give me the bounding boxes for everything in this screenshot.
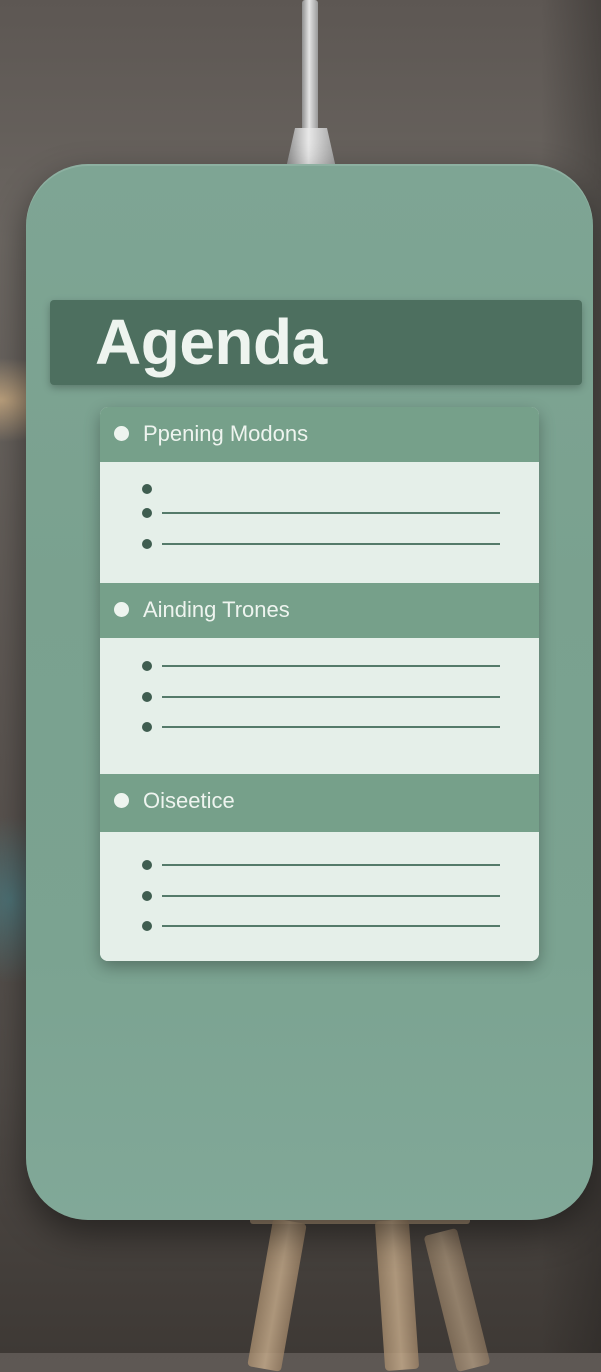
placeholder-line: [162, 512, 500, 514]
list-item: [142, 483, 502, 495]
bullet-dot-icon: [114, 793, 129, 808]
section-title: Oiseetice: [143, 788, 235, 813]
easel-leg: [247, 1218, 307, 1372]
cable: [302, 0, 318, 138]
bullet-icon: [142, 722, 152, 732]
page-title: Agenda: [95, 306, 327, 378]
easel-leg: [374, 1218, 420, 1372]
list-item: [142, 859, 502, 871]
placeholder-line: [162, 543, 500, 545]
bullet-icon: [142, 484, 152, 494]
bullet-icon: [142, 661, 152, 671]
bullet-icon: [142, 539, 152, 549]
cable-connector: [286, 128, 336, 168]
section-header[interactable]: Ainding Trones: [100, 583, 539, 638]
placeholder-line: [162, 895, 500, 897]
list-item: [142, 721, 502, 733]
header-band: Agenda: [50, 300, 582, 385]
list-item: [142, 660, 502, 672]
bullet-icon: [142, 860, 152, 870]
list-item: [142, 890, 502, 902]
section-body: [100, 832, 539, 961]
placeholder-line: [162, 726, 500, 728]
agenda-card: Ppening Modons Ainding Trones Oiseetice: [100, 407, 539, 961]
section-title: Ppening Modons: [143, 421, 309, 446]
placeholder-line: [162, 925, 500, 927]
bullet-icon: [142, 891, 152, 901]
bullet-icon: [142, 921, 152, 931]
section-body: [100, 638, 539, 774]
placeholder-line: [162, 696, 500, 698]
section-body: [100, 462, 539, 583]
list-item: [142, 920, 502, 932]
section-header[interactable]: Oiseetice: [100, 774, 539, 832]
bullet-icon: [142, 692, 152, 702]
placeholder-line: [162, 864, 500, 866]
easel-leg: [423, 1227, 491, 1372]
phone-device: Agenda Ppening Modons Ainding Trones Ois…: [26, 164, 593, 1220]
bullet-dot-icon: [114, 602, 129, 617]
list-item: [142, 507, 502, 519]
bullet-dot-icon: [114, 426, 129, 441]
list-item: [142, 538, 502, 550]
list-item: [142, 691, 502, 703]
section-title: Ainding Trones: [143, 597, 290, 622]
bullet-icon: [142, 508, 152, 518]
section-header[interactable]: Ppening Modons: [100, 407, 539, 462]
placeholder-line: [162, 665, 500, 667]
